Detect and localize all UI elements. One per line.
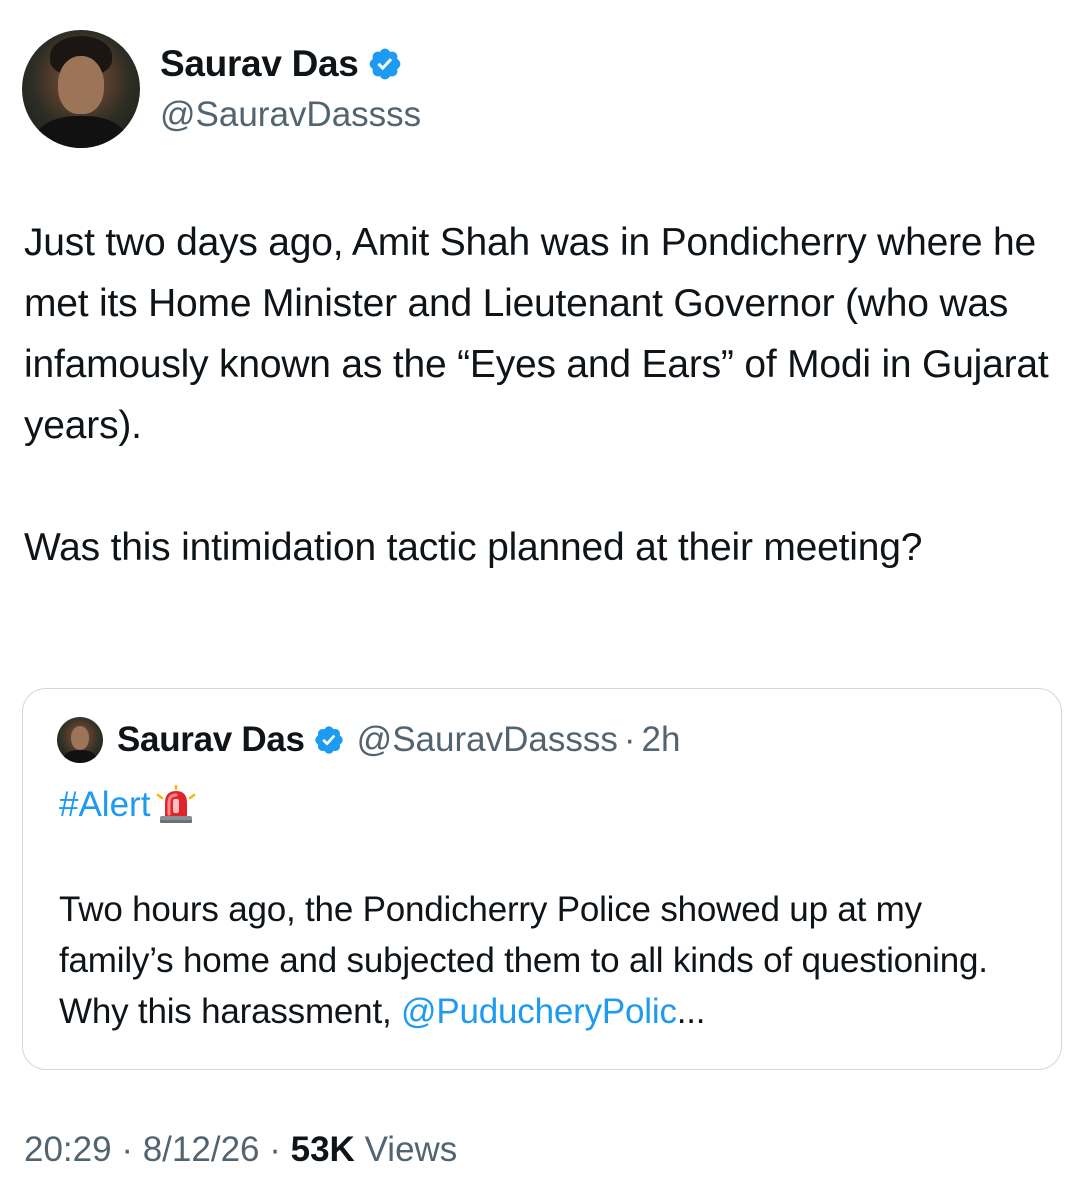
views-count: 53K	[290, 1130, 355, 1169]
verified-badge-icon	[315, 726, 343, 754]
quoted-tweet-text: Two hours ago, the Pondicherry Police sh…	[59, 884, 1039, 1037]
tweet-time[interactable]: 20:29	[24, 1130, 112, 1169]
hashtag-link[interactable]: #Alert	[59, 785, 150, 825]
author-name[interactable]: Saurav Das	[160, 43, 359, 85]
quoted-tweet-header: Saurav Das @SauravDassss · 2h	[57, 717, 680, 763]
quoted-hashtag-row: #Alert	[59, 785, 196, 825]
tweet-date[interactable]: 8/12/26	[143, 1130, 260, 1169]
tweet-paragraph-1: Just two days ago, Amit Shah was in Pond…	[24, 221, 1049, 447]
quoted-tweet[interactable]: Saurav Das @SauravDassss · 2h #Alert Two…	[22, 688, 1062, 1070]
author-meta: Saurav Das @SauravDassss	[160, 43, 421, 135]
author-avatar[interactable]	[22, 30, 140, 148]
quoted-author-name: Saurav Das	[117, 720, 305, 759]
mention-link[interactable]: @PuducheryPolic	[401, 992, 677, 1031]
tweet-text: Just two days ago, Amit Shah was in Pond…	[24, 212, 1054, 578]
tweet-header: Saurav Das @SauravDassss	[22, 28, 421, 150]
quoted-author-handle: @SauravDassss	[356, 720, 618, 759]
police-siren-icon	[157, 785, 196, 823]
tweet-paragraph-2: Was this intimidation tactic planned at …	[24, 526, 923, 569]
quoted-separator: ·	[623, 720, 636, 759]
verified-badge-icon	[369, 48, 400, 80]
meta-separator: ·	[269, 1130, 281, 1169]
author-handle[interactable]: @SauravDassss	[160, 95, 421, 135]
tweet: Saurav Das @SauravDassss Just two days a…	[0, 0, 1084, 1200]
views-label: Views	[364, 1130, 458, 1169]
quoted-author-avatar	[57, 717, 103, 763]
quoted-timestamp: 2h	[641, 720, 681, 759]
quoted-text-ellipsis: ...	[676, 992, 706, 1031]
author-name-row: Saurav Das	[160, 43, 421, 85]
tweet-meta: 20:29 · 8/12/26 · 53K Views	[24, 1130, 457, 1170]
meta-separator: ·	[121, 1130, 133, 1169]
